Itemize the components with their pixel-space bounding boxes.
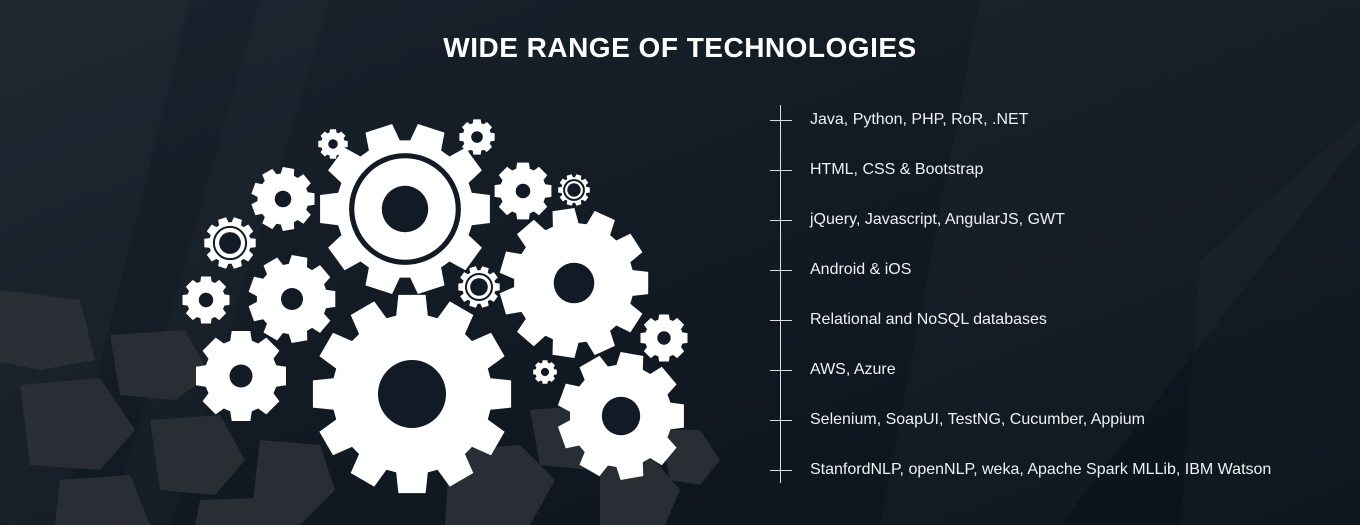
gear-icon bbox=[640, 314, 688, 362]
timeline-tick bbox=[770, 319, 792, 321]
technology-label: jQuery, Javascript, AngularJS, GWT bbox=[810, 211, 1065, 228]
gear-icon bbox=[204, 217, 256, 269]
technology-timeline: Java, Python, PHP, RoR, .NET HTML, CSS &… bbox=[770, 105, 1330, 485]
technology-label: Relational and NoSQL databases bbox=[810, 311, 1047, 328]
gear-icon bbox=[558, 174, 590, 206]
timeline-tick bbox=[770, 119, 792, 121]
timeline-tick bbox=[770, 469, 792, 471]
timeline-tick bbox=[770, 419, 792, 421]
gear-icon bbox=[458, 266, 500, 308]
timeline-tick bbox=[770, 269, 792, 271]
technology-label: AWS, Azure bbox=[810, 361, 896, 378]
gear-icon bbox=[318, 129, 348, 159]
technology-label: Java, Python, PHP, RoR, .NET bbox=[810, 111, 1029, 128]
timeline-tick bbox=[770, 169, 792, 171]
technology-item: HTML, CSS & Bootstrap bbox=[770, 155, 983, 185]
gear-icon bbox=[182, 276, 230, 324]
gear-icon bbox=[312, 294, 512, 494]
technology-label: Selenium, SoapUI, TestNG, Cucumber, Appi… bbox=[810, 411, 1145, 428]
timeline-tick bbox=[770, 219, 792, 221]
gear-icon bbox=[499, 208, 649, 358]
gear-icon bbox=[494, 162, 552, 220]
technology-item: AWS, Azure bbox=[770, 355, 896, 385]
gear-icon bbox=[196, 331, 286, 421]
gear-icon bbox=[533, 360, 557, 384]
technology-item: jQuery, Javascript, AngularJS, GWT bbox=[770, 205, 1065, 235]
technology-item: Android & iOS bbox=[770, 255, 911, 285]
gears-cluster-icon bbox=[182, 119, 688, 494]
technology-item: Java, Python, PHP, RoR, .NET bbox=[770, 105, 1028, 135]
gear-icon bbox=[459, 119, 495, 155]
gear-icon bbox=[557, 352, 684, 480]
technology-label: StanfordNLP, openNLP, weka, Apache Spark… bbox=[810, 461, 1272, 478]
technology-item: Relational and NoSQL databases bbox=[770, 305, 1047, 335]
technology-label: Android & iOS bbox=[810, 261, 912, 278]
technology-item: Selenium, SoapUI, TestNG, Cucumber, Appi… bbox=[770, 405, 1145, 435]
page-title: WIDE RANGE OF TECHNOLOGIES bbox=[443, 32, 917, 63]
timeline-tick bbox=[770, 369, 792, 371]
technology-label: HTML, CSS & Bootstrap bbox=[810, 161, 984, 178]
gear-icon bbox=[320, 124, 490, 294]
gear-icon bbox=[251, 167, 315, 231]
technology-item: StanfordNLP, openNLP, weka, Apache Spark… bbox=[770, 455, 1271, 485]
gear-icon bbox=[248, 255, 336, 343]
